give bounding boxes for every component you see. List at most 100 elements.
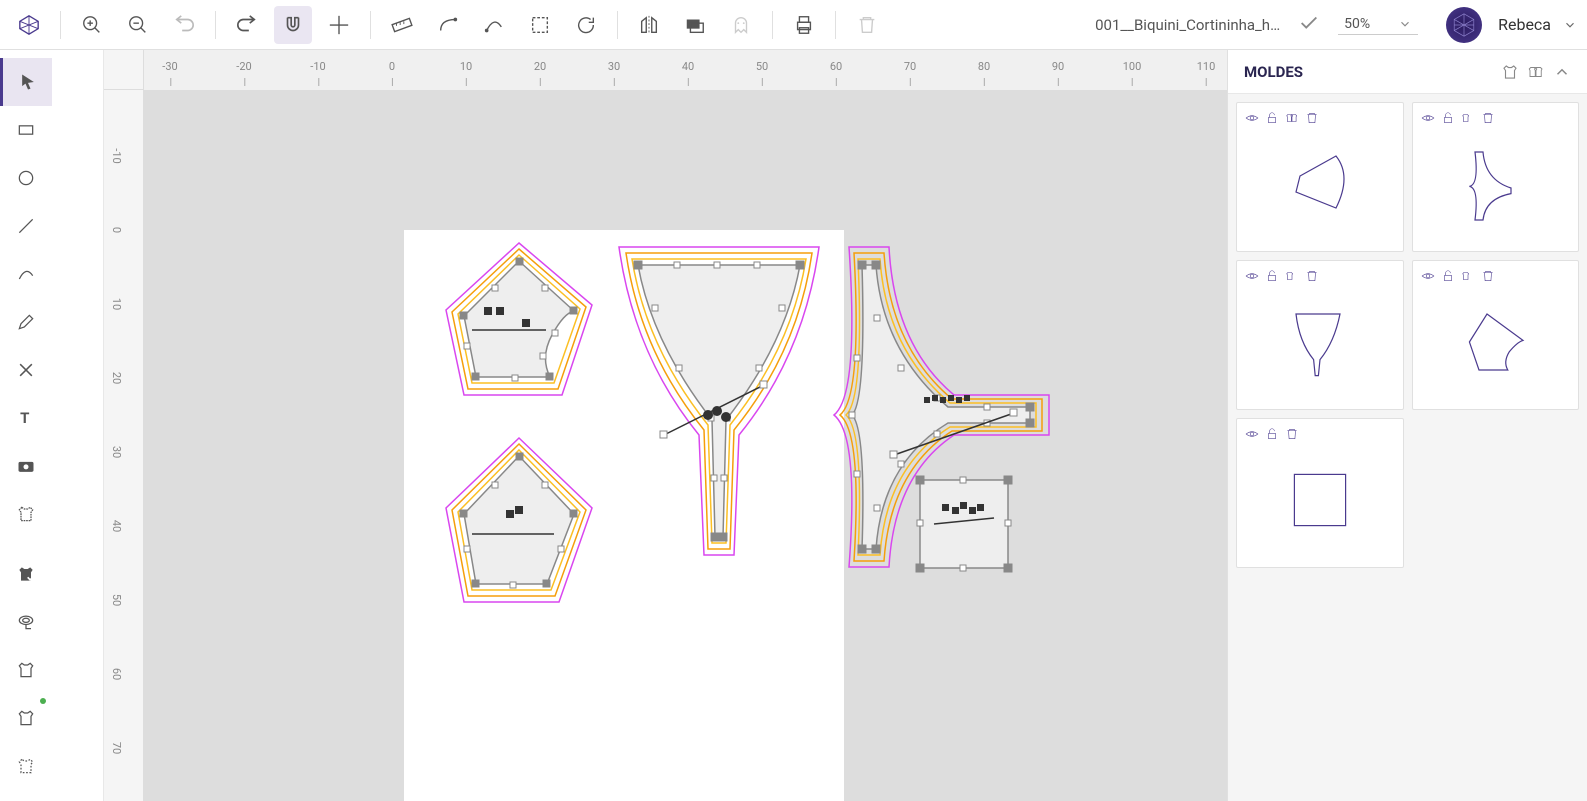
app-root: 001__Biquini_Cortininha_h… 50% Rebeca bbox=[0, 0, 1587, 801]
measure-tool[interactable] bbox=[0, 598, 52, 646]
trash-icon[interactable] bbox=[1285, 427, 1299, 441]
text-tool[interactable]: T bbox=[0, 394, 52, 442]
shirts-icon[interactable] bbox=[1285, 269, 1299, 283]
delete-button[interactable] bbox=[848, 6, 886, 44]
chevron-up-icon[interactable] bbox=[1553, 63, 1571, 81]
pencil-tool[interactable] bbox=[0, 298, 52, 346]
shirt-icon bbox=[16, 504, 36, 524]
ghost-icon bbox=[730, 14, 752, 36]
garment-tool[interactable] bbox=[0, 490, 52, 538]
molde-card-2[interactable] bbox=[1412, 102, 1580, 252]
shirt-check-icon bbox=[16, 564, 36, 584]
text-icon: T bbox=[16, 408, 36, 428]
undo-button[interactable] bbox=[165, 6, 203, 44]
pattern-tool-1[interactable] bbox=[0, 550, 52, 598]
zoom-in-icon bbox=[81, 14, 103, 36]
x-icon bbox=[16, 360, 36, 380]
curve-tool-1-button[interactable] bbox=[429, 6, 467, 44]
card-action-icons bbox=[1245, 269, 1395, 283]
card-action-icons bbox=[1245, 427, 1395, 441]
trash-icon[interactable] bbox=[1481, 269, 1495, 283]
molde-preview bbox=[1421, 283, 1571, 401]
trash-icon[interactable] bbox=[1305, 269, 1319, 283]
refresh-button[interactable] bbox=[567, 6, 605, 44]
pattern-piece-2[interactable] bbox=[434, 430, 604, 620]
print-icon bbox=[793, 14, 815, 36]
molde-preview bbox=[1245, 283, 1395, 401]
eye-icon[interactable] bbox=[1421, 111, 1435, 125]
shirts-icon[interactable] bbox=[1461, 269, 1475, 283]
molde-preview bbox=[1245, 125, 1395, 243]
chevron-down-icon bbox=[1398, 17, 1412, 31]
mirror-icon bbox=[638, 14, 660, 36]
mirror-button[interactable] bbox=[630, 6, 668, 44]
user-menu-chevron-icon[interactable] bbox=[1563, 18, 1577, 32]
selection-box-button[interactable] bbox=[521, 6, 559, 44]
magnet-button[interactable] bbox=[274, 6, 312, 44]
zoom-in-button[interactable] bbox=[73, 6, 111, 44]
molde-card-1[interactable] bbox=[1236, 102, 1404, 252]
trash-icon[interactable] bbox=[1305, 111, 1319, 125]
molde-preview bbox=[1245, 441, 1395, 559]
eye-icon[interactable] bbox=[1421, 269, 1435, 283]
cursor-icon bbox=[18, 72, 38, 92]
crosshair-button[interactable] bbox=[320, 6, 358, 44]
lock-icon[interactable] bbox=[1265, 427, 1279, 441]
line-tool[interactable] bbox=[0, 202, 52, 250]
document-title: 001__Biquini_Cortininha_h… bbox=[1095, 16, 1280, 34]
zoom-out-button[interactable] bbox=[119, 6, 157, 44]
save-status-icon bbox=[1298, 12, 1320, 38]
user-name-label: Rebeca bbox=[1498, 15, 1551, 34]
pattern-piece-5[interactable] bbox=[914, 474, 1014, 574]
circle-icon bbox=[16, 168, 36, 188]
canvas[interactable] bbox=[144, 90, 1227, 801]
card-action-icons bbox=[1421, 111, 1571, 125]
pattern-tool-4[interactable] bbox=[0, 742, 52, 790]
left-toolbars: T bbox=[0, 50, 104, 801]
zoom-dropdown[interactable]: 50% bbox=[1338, 14, 1418, 35]
select-tool[interactable] bbox=[0, 58, 52, 106]
shirt-icon[interactable] bbox=[1501, 63, 1519, 81]
molde-card-4[interactable] bbox=[1412, 260, 1580, 410]
camera-tool[interactable] bbox=[0, 442, 52, 490]
circle-tool[interactable] bbox=[0, 154, 52, 202]
layers-button[interactable] bbox=[676, 6, 714, 44]
user-avatar[interactable] bbox=[1446, 7, 1482, 43]
lock-icon[interactable] bbox=[1441, 111, 1455, 125]
shirts-icon[interactable] bbox=[1461, 111, 1475, 125]
eye-icon[interactable] bbox=[1245, 427, 1259, 441]
ruler-icon bbox=[391, 14, 413, 36]
pattern-tool-2[interactable] bbox=[0, 646, 52, 694]
top-toolbar: 001__Biquini_Cortininha_h… 50% Rebeca bbox=[0, 0, 1587, 50]
left-toolbar: T bbox=[0, 50, 104, 801]
ghost-button[interactable] bbox=[722, 6, 760, 44]
logo-button[interactable] bbox=[10, 6, 48, 44]
eye-icon[interactable] bbox=[1245, 269, 1259, 283]
molde-card-3[interactable] bbox=[1236, 260, 1404, 410]
lock-icon[interactable] bbox=[1265, 269, 1279, 283]
lock-icon[interactable] bbox=[1265, 111, 1279, 125]
logo-icon bbox=[18, 14, 40, 36]
ruler-button[interactable] bbox=[383, 6, 421, 44]
pattern-piece-3[interactable] bbox=[604, 235, 834, 565]
undo-icon bbox=[173, 14, 195, 36]
zoom-value: 50% bbox=[1344, 16, 1392, 32]
pattern-piece-1[interactable] bbox=[434, 235, 604, 415]
lock-icon[interactable] bbox=[1441, 269, 1455, 283]
pattern-tool-5[interactable] bbox=[0, 790, 52, 801]
close-tool[interactable] bbox=[0, 346, 52, 394]
rectangle-tool[interactable] bbox=[0, 106, 52, 154]
curve-tool-2-button[interactable] bbox=[475, 6, 513, 44]
print-button[interactable] bbox=[785, 6, 823, 44]
shirts-icon[interactable] bbox=[1285, 111, 1299, 125]
selection-icon bbox=[529, 14, 551, 36]
shirts-icon[interactable] bbox=[1527, 63, 1545, 81]
pattern-tool-3[interactable] bbox=[0, 694, 52, 742]
trash-icon[interactable] bbox=[1481, 111, 1495, 125]
eye-icon[interactable] bbox=[1245, 111, 1259, 125]
curve-tool[interactable] bbox=[0, 250, 52, 298]
redo-button[interactable] bbox=[228, 6, 266, 44]
panel-title: MOLDES bbox=[1244, 63, 1501, 81]
right-panel: MOLDES bbox=[1227, 50, 1587, 801]
molde-card-5[interactable] bbox=[1236, 418, 1404, 568]
